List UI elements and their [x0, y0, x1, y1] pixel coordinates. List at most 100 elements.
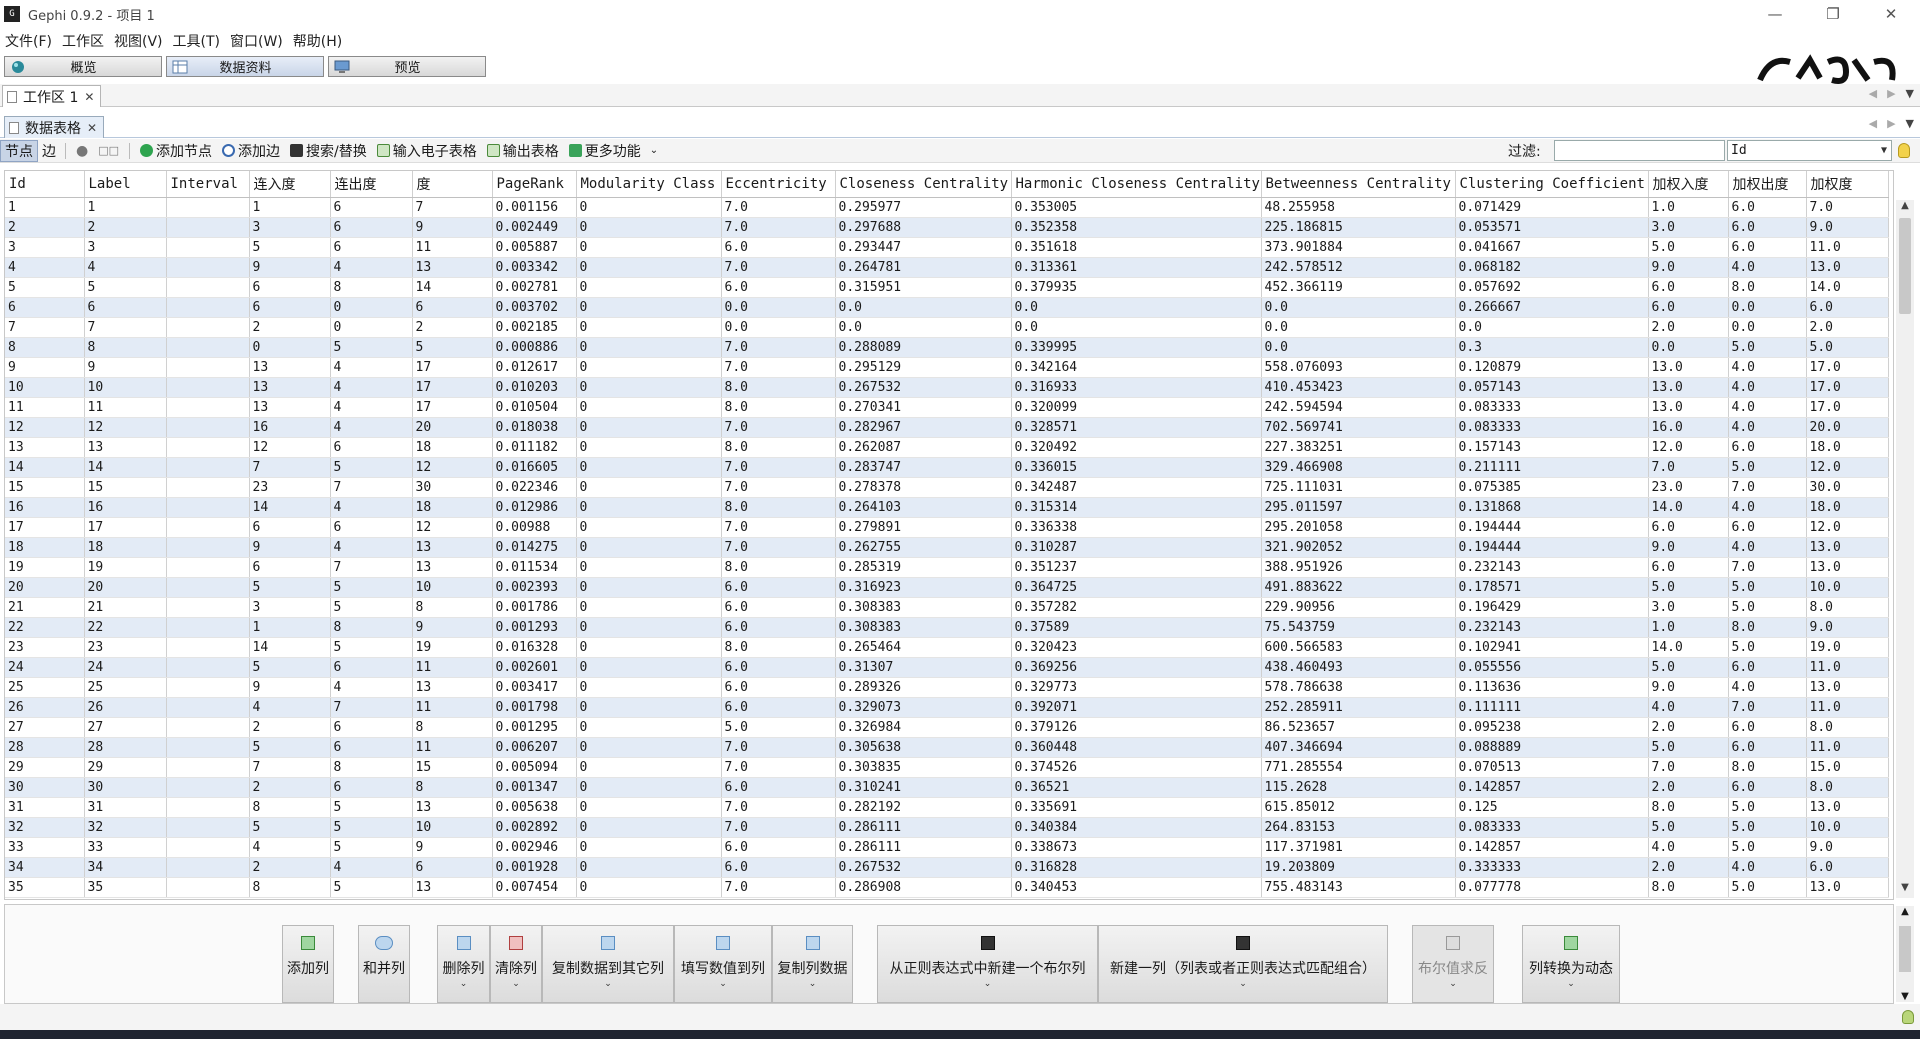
table-cell[interactable]: 2 — [249, 317, 331, 338]
show-nodes-icon[interactable]: ● — [71, 140, 93, 162]
table-cell[interactable]: 2.0 — [1648, 717, 1729, 738]
table-cell[interactable]: 6 — [5, 297, 85, 318]
table-cell[interactable]: 0 — [576, 457, 722, 478]
table-cell[interactable]: 13 — [249, 397, 331, 418]
table-cell[interactable]: 5 — [249, 657, 331, 678]
table-cell[interactable]: 6.0 — [721, 277, 836, 298]
table-cell[interactable]: 452.366119 — [1261, 277, 1456, 298]
table-cell[interactable]: 9 — [84, 357, 167, 378]
menu-file[interactable]: 文件(F) — [0, 31, 57, 51]
table-row[interactable]: 13 13 12 6 18 0.011182 0 8.0 0.262087 0.320492 227… — [5, 437, 1889, 458]
table-cell[interactable]: 0.007454 — [492, 877, 577, 898]
table-cell[interactable]: 0.002601 — [492, 657, 577, 678]
table-cell[interactable]: 0.295977 — [835, 197, 1012, 218]
table-cell[interactable]: 22 — [5, 617, 85, 638]
table-cell[interactable]: 0.336015 — [1011, 457, 1262, 478]
table-cell[interactable]: 0.001786 — [492, 597, 577, 618]
table-cell[interactable]: 4 — [330, 857, 413, 878]
table-cell[interactable]: 0.303835 — [835, 757, 1012, 778]
table-row[interactable]: 23 23 14 5 19 0.016328 0 8.0 0.265464 0.320423 600… — [5, 637, 1889, 658]
table-cell[interactable]: 702.569741 — [1261, 417, 1456, 438]
table-cell[interactable]: 0.364725 — [1011, 577, 1262, 598]
table-cell[interactable]: 242.578512 — [1261, 257, 1456, 278]
table-cell[interactable]: 8 — [330, 757, 413, 778]
table-cell[interactable]: 23 — [249, 477, 331, 498]
table-cell[interactable]: 2 — [249, 857, 331, 878]
table-cell[interactable]: 9.0 — [1806, 217, 1889, 238]
table-cell[interactable]: 11.0 — [1806, 737, 1889, 758]
table-cell[interactable]: 0.320423 — [1011, 637, 1262, 658]
table-cell[interactable]: 5 — [5, 277, 85, 298]
table-cell[interactable]: 0.006207 — [492, 737, 577, 758]
table-cell[interactable]: 0 — [576, 857, 722, 878]
table-cell[interactable]: 14 — [84, 457, 167, 478]
table-cell[interactable]: 6.0 — [721, 577, 836, 598]
lightbulb-icon[interactable] — [1898, 143, 1910, 158]
table-cell[interactable]: 7 — [84, 317, 167, 338]
table-cell[interactable]: 0.0 — [1011, 297, 1262, 318]
table-cell[interactable]: 0.0 — [1011, 317, 1262, 338]
table-cell[interactable]: 2 — [249, 777, 331, 798]
table-cell[interactable]: 0.211111 — [1455, 457, 1649, 478]
table-cell[interactable]: 4.0 — [1728, 257, 1807, 278]
table-cell[interactable]: 0.320099 — [1011, 397, 1262, 418]
table-cell[interactable]: 0.011182 — [492, 437, 577, 458]
table-cell[interactable]: 25 — [5, 677, 85, 698]
table-cell[interactable]: 7.0 — [721, 517, 836, 538]
filter-column-select[interactable]: Id ▼ — [1727, 140, 1892, 161]
table-cell[interactable]: 5 — [330, 457, 413, 478]
table-cell[interactable]: 30 — [84, 777, 167, 798]
table-cell[interactable]: 11 — [412, 237, 493, 258]
table-cell[interactable]: 0.316923 — [835, 577, 1012, 598]
table-cell[interactable]: 8 — [84, 337, 167, 358]
table-cell[interactable] — [166, 477, 250, 498]
table-cell[interactable]: 29 — [5, 757, 85, 778]
table-cell[interactable]: 8.0 — [721, 397, 836, 418]
table-cell[interactable]: 14 — [249, 497, 331, 518]
table-cell[interactable] — [166, 757, 250, 778]
table-cell[interactable]: 14.0 — [1806, 277, 1889, 298]
table-cell[interactable]: 13 — [84, 437, 167, 458]
table-cell[interactable]: 4 — [330, 417, 413, 438]
table-cell[interactable]: 6.0 — [1648, 277, 1729, 298]
table-cell[interactable]: 725.111031 — [1261, 477, 1456, 498]
table-cell[interactable]: 32 — [84, 817, 167, 838]
table-cell[interactable]: 0 — [576, 337, 722, 358]
table-cell[interactable]: 0.0 — [1261, 297, 1456, 318]
table-row[interactable]: 11 11 13 4 17 0.010504 0 8.0 0.270341 0.320099 242… — [5, 397, 1889, 418]
table-cell[interactable]: 6 — [412, 857, 493, 878]
table-cell[interactable]: 5 — [330, 577, 413, 598]
table-cell[interactable]: 0.001347 — [492, 777, 577, 798]
table-cell[interactable]: 0.002185 — [492, 317, 577, 338]
table-cell[interactable]: 6.0 — [1648, 557, 1729, 578]
table-cell[interactable]: 24 — [84, 657, 167, 678]
table-cell[interactable]: 0.002449 — [492, 217, 577, 238]
table-cell[interactable]: 0 — [330, 317, 413, 338]
table-cell[interactable]: 0.282192 — [835, 797, 1012, 818]
table-cell[interactable]: 771.285554 — [1261, 757, 1456, 778]
table-row[interactable]: 14 14 7 5 12 0.016605 0 7.0 0.283747 0.336015 329.… — [5, 457, 1889, 478]
table-cell[interactable]: 0 — [576, 377, 722, 398]
table-row[interactable]: 12 12 16 4 20 0.018038 0 7.0 0.282967 0.328571 702… — [5, 417, 1889, 438]
scroll-up-icon[interactable]: ▲ — [1896, 906, 1914, 917]
table-cell[interactable]: 558.076093 — [1261, 357, 1456, 378]
table-cell[interactable]: 18.0 — [1806, 497, 1889, 518]
column-header[interactable]: Harmonic Closeness Centrality — [1011, 171, 1262, 198]
table-cell[interactable]: 6.0 — [1728, 777, 1807, 798]
table-cell[interactable]: 4.0 — [1728, 357, 1807, 378]
table-cell[interactable]: 0.329773 — [1011, 677, 1262, 698]
table-cell[interactable]: 0 — [330, 297, 413, 318]
table-cell[interactable]: 17 — [84, 517, 167, 538]
table-cell[interactable]: 8.0 — [1806, 597, 1889, 618]
table-cell[interactable]: 0.053571 — [1455, 217, 1649, 238]
table-cell[interactable]: 0 — [576, 877, 722, 898]
table-cell[interactable]: 21 — [84, 597, 167, 618]
table-cell[interactable]: 0.286908 — [835, 877, 1012, 898]
table-cell[interactable] — [166, 717, 250, 738]
table-cell[interactable]: 30 — [412, 477, 493, 498]
table-cell[interactable]: 19 — [84, 557, 167, 578]
table-cell[interactable]: 0.022346 — [492, 477, 577, 498]
table-cell[interactable]: 2 — [5, 217, 85, 238]
table-cell[interactable]: 4 — [330, 377, 413, 398]
table-row[interactable]: 4 4 9 4 13 0.003342 0 7.0 0.264781 0.313361 242.57… — [5, 257, 1889, 278]
